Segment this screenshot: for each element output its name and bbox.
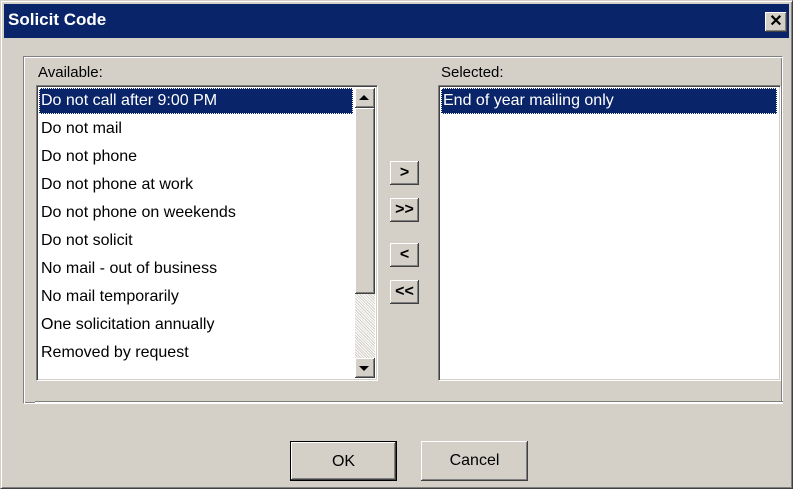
add-button[interactable]: > xyxy=(390,161,419,185)
arrow-up-icon xyxy=(359,95,369,100)
available-listbox[interactable]: Do not call after 9:00 PM Do not mail Do n… xyxy=(36,85,378,381)
scroll-down-button[interactable] xyxy=(355,358,375,378)
list-item[interactable]: No mail temporarily xyxy=(39,284,353,310)
list-item[interactable]: One solicitation annually xyxy=(39,312,353,338)
list-item[interactable]: Do not solicit xyxy=(39,228,353,254)
remove-all-button[interactable]: << xyxy=(390,280,419,304)
cancel-button[interactable]: Cancel xyxy=(421,441,528,481)
close-icon: ✕ xyxy=(769,13,783,30)
dialog-title: Solicit Code xyxy=(8,10,107,29)
ok-button[interactable]: OK xyxy=(290,441,397,481)
selected-listbox[interactable]: End of year mailing only xyxy=(438,85,781,381)
available-label: Available: xyxy=(38,64,103,81)
solicit-code-dialog: Solicit Code ✕ Available: Selected: Do n… xyxy=(0,0,793,489)
title-bar[interactable]: Solicit Code ✕ xyxy=(4,4,789,38)
list-item[interactable]: Do not mail xyxy=(39,116,353,142)
list-item[interactable]: Do not call after 9:00 PM xyxy=(39,88,353,114)
add-all-button[interactable]: >> xyxy=(390,198,419,222)
remove-button[interactable]: < xyxy=(390,243,419,267)
list-item[interactable]: End of year mailing only xyxy=(441,88,777,114)
list-item[interactable]: No mail - out of business xyxy=(39,256,353,282)
separator xyxy=(35,401,783,403)
list-item[interactable]: Do not phone xyxy=(39,144,353,170)
selected-label: Selected: xyxy=(441,64,504,81)
close-button[interactable]: ✕ xyxy=(765,12,787,32)
scrollbar-thumb[interactable] xyxy=(355,108,375,294)
scroll-up-button[interactable] xyxy=(355,88,375,108)
list-item[interactable]: Removed by request xyxy=(39,340,353,366)
list-item[interactable]: Do not phone on weekends xyxy=(39,200,353,226)
arrow-down-icon xyxy=(359,366,369,371)
list-item[interactable]: Do not phone at work xyxy=(39,172,353,198)
